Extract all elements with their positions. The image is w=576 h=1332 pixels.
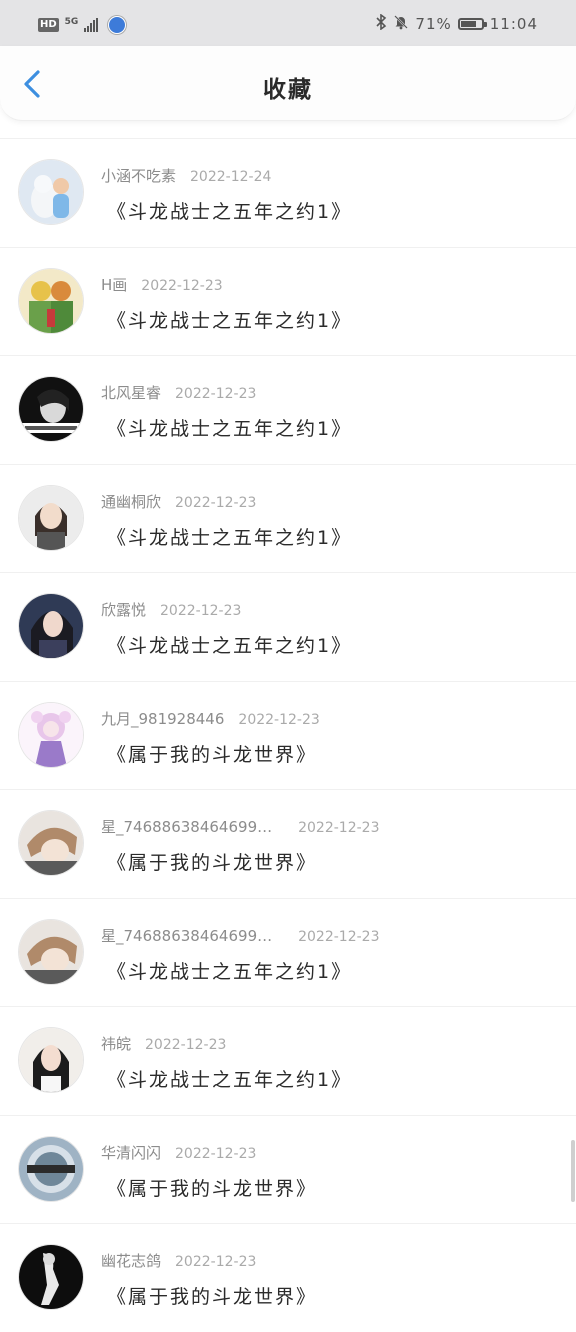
book-title[interactable]: 《斗龙战士之五年之约1》	[107, 957, 352, 984]
username[interactable]: 幽花志鸽	[101, 1252, 161, 1270]
item-meta: 华清闪闪 2022-12-23	[101, 1142, 256, 1163]
favorite-date: 2022-12-23	[145, 1037, 227, 1053]
item-meta: 幽花志鸽 2022-12-23	[101, 1250, 256, 1271]
favorite-date: 2022-12-23	[160, 603, 242, 619]
signal-icon	[84, 18, 99, 32]
item-meta: 祎皖 2022-12-23	[101, 1033, 226, 1054]
book-title[interactable]: 《属于我的斗龙世界》	[107, 740, 317, 767]
favorite-item[interactable]: 小涵不吃素 2022-12-24 《斗龙战士之五年之约1》	[0, 138, 576, 247]
item-meta: 九月_981928446 2022-12-23	[101, 708, 320, 729]
favorites-list: 小涵不吃素 2022-12-24 《斗龙战士之五年之约1》 H画 2022-12-2…	[0, 138, 576, 1332]
avatar[interactable]	[19, 160, 83, 224]
username[interactable]: 星_74688638464699…	[101, 818, 272, 836]
avatar[interactable]	[19, 702, 83, 767]
battery-icon	[457, 17, 487, 30]
favorite-date: 2022-12-24	[190, 169, 272, 185]
username[interactable]: 欣露悦	[101, 601, 146, 619]
username[interactable]: H画	[101, 276, 127, 294]
favorite-item[interactable]: 欣露悦 2022-12-23 《斗龙战士之五年之约1》	[0, 572, 576, 681]
status-bar-right: 71% 11:04	[375, 13, 538, 33]
hd-badge: HD	[38, 18, 59, 32]
favorite-item[interactable]: 九月_981928446 2022-12-23 《属于我的斗龙世界》	[0, 680, 576, 790]
avatar[interactable]	[19, 1136, 83, 1201]
favorite-item[interactable]: 祎皖 2022-12-23 《斗龙战士之五年之约1》	[0, 1006, 576, 1115]
scrollbar[interactable]	[571, 1140, 575, 1202]
favorite-item[interactable]: 通幽桐欣 2022-12-23 《斗龙战士之五年之约1》	[0, 463, 576, 573]
clock-time: 11:04	[489, 14, 538, 33]
book-title[interactable]: 《属于我的斗龙世界》	[107, 1174, 317, 1201]
username[interactable]: 华清闪闪	[101, 1144, 161, 1162]
status-bar-left: HD 5G	[38, 16, 127, 34]
favorite-date: 2022-12-23	[298, 820, 380, 836]
avatar[interactable]	[19, 268, 83, 333]
favorite-item[interactable]: 星_74688638464699… 2022-12-23 《属于我的斗龙世界》	[0, 789, 576, 898]
favorite-date: 2022-12-23	[175, 1145, 257, 1162]
book-title[interactable]: 《斗龙战士之五年之约1》	[107, 306, 352, 333]
status-bar: HD 5G 71% 11:04	[0, 0, 576, 46]
favorite-item[interactable]: 幽花志鸽 2022-12-23 《属于我的斗龙世界》	[0, 1223, 576, 1332]
avatar[interactable]	[19, 1245, 83, 1309]
item-meta: 通幽桐欣 2022-12-23	[101, 491, 256, 512]
book-title[interactable]: 《属于我的斗龙世界》	[107, 1282, 317, 1309]
book-title[interactable]: 《斗龙战士之五年之约1》	[107, 631, 352, 658]
favorite-item[interactable]: 北风星睿 2022-12-23 《斗龙战士之五年之约1》	[0, 355, 576, 464]
app-notification-icon	[108, 16, 127, 34]
avatar[interactable]	[19, 811, 83, 875]
favorite-date: 2022-12-23	[298, 928, 380, 945]
favorite-item[interactable]: 星_74688638464699… 2022-12-23 《斗龙战士之五年之约1》	[0, 897, 576, 1007]
username[interactable]: 九月_981928446	[101, 710, 224, 728]
avatar[interactable]	[19, 919, 83, 984]
book-title[interactable]: 《斗龙战士之五年之约1》	[107, 197, 352, 224]
avatar[interactable]	[19, 377, 83, 441]
item-meta: 北风星睿 2022-12-23	[101, 382, 256, 403]
avatar[interactable]	[19, 485, 83, 550]
book-title[interactable]: 《斗龙战士之五年之约1》	[107, 523, 352, 550]
favorite-item[interactable]: 华清闪闪 2022-12-23 《属于我的斗龙世界》	[0, 1114, 576, 1224]
favorite-date: 2022-12-23	[141, 277, 223, 294]
page-title: 收藏	[263, 77, 313, 103]
username[interactable]: 通幽桐欣	[101, 493, 161, 511]
favorite-date: 2022-12-23	[238, 711, 320, 728]
mute-bell-icon	[393, 14, 409, 33]
username[interactable]: 小涵不吃素	[101, 167, 176, 185]
item-meta: 欣露悦 2022-12-23	[101, 599, 241, 620]
item-meta: 小涵不吃素 2022-12-24	[101, 165, 271, 186]
page-header: 收藏	[0, 46, 576, 121]
item-meta: 星_74688638464699… 2022-12-23	[101, 816, 379, 837]
username[interactable]: 星_74688638464699…	[101, 927, 272, 945]
book-title[interactable]: 《斗龙战士之五年之约1》	[107, 414, 352, 441]
avatar[interactable]	[19, 1028, 83, 1092]
favorite-date: 2022-12-23	[175, 386, 257, 402]
favorite-date: 2022-12-23	[175, 1254, 257, 1270]
book-title[interactable]: 《属于我的斗龙世界》	[107, 848, 317, 875]
book-title[interactable]: 《斗龙战士之五年之约1》	[107, 1065, 352, 1092]
favorite-item[interactable]: H画 2022-12-23 《斗龙战士之五年之约1》	[0, 246, 576, 356]
battery-percent: 71%	[415, 14, 452, 33]
item-meta: H画 2022-12-23	[101, 274, 223, 295]
bluetooth-icon	[375, 13, 387, 33]
network-type: 5G	[64, 17, 79, 27]
favorite-date: 2022-12-23	[175, 494, 257, 511]
username[interactable]: 祎皖	[101, 1035, 131, 1053]
avatar[interactable]	[19, 594, 83, 658]
item-meta: 星_74688638464699… 2022-12-23	[101, 925, 379, 946]
username[interactable]: 北风星睿	[101, 384, 161, 402]
